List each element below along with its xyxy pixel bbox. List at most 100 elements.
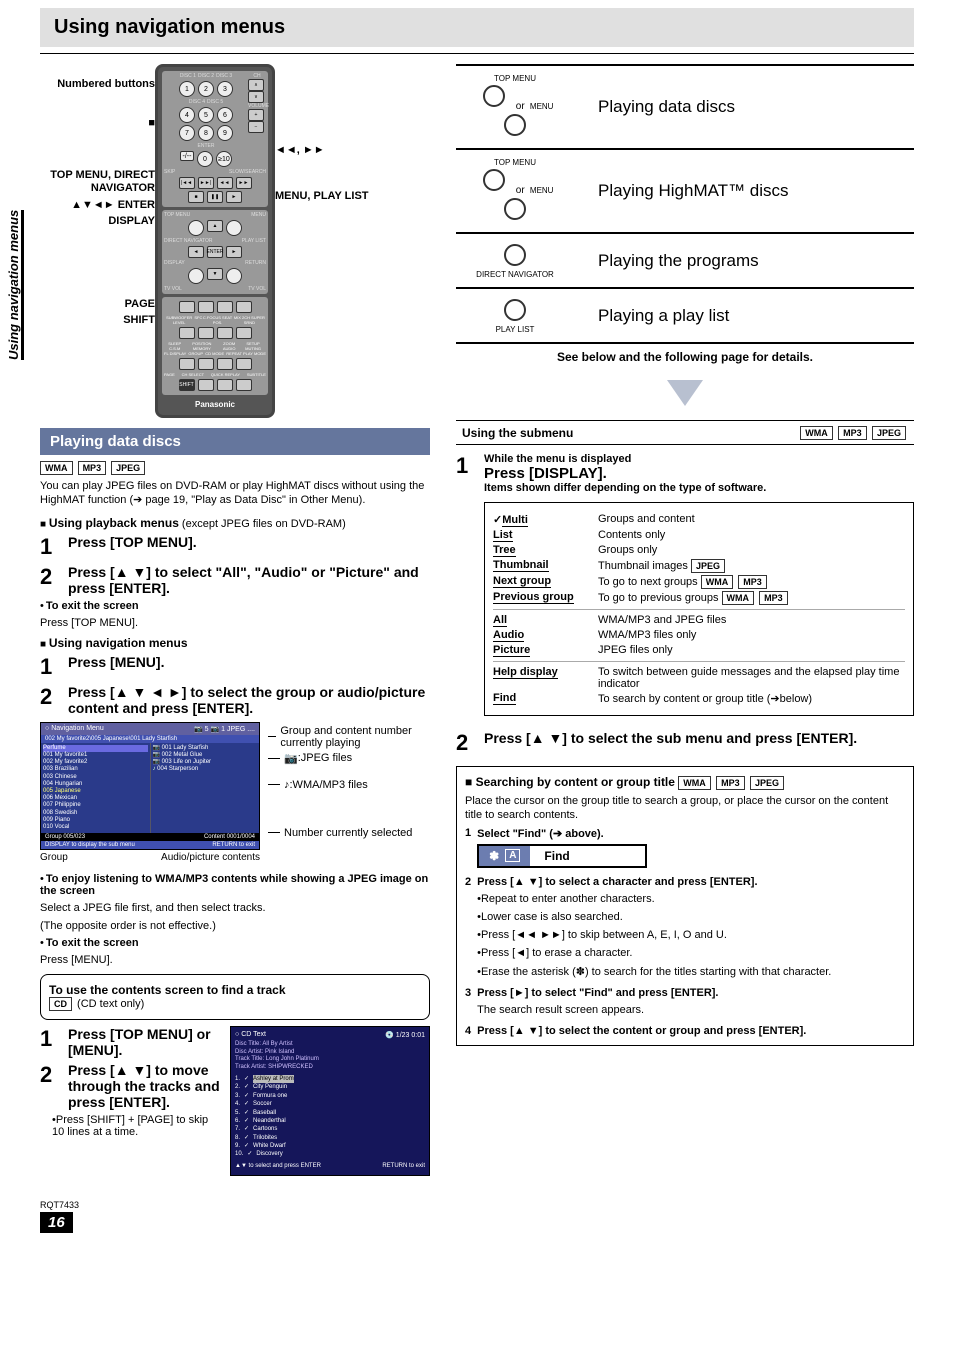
submenu-item-label: Thumbnail xyxy=(493,559,598,572)
step-number: 2 xyxy=(40,1062,68,1088)
step-text: Press [TOP MENU]. xyxy=(68,534,430,550)
badge-mp3: MP3 xyxy=(838,426,867,440)
badge-jpeg: JPEG xyxy=(750,776,784,790)
remote-diagram: Numbered buttons ■ TOP MENU, DIRECT NAVI… xyxy=(40,64,430,418)
submenu-item-desc: WMA/MP3 and JPEG files xyxy=(598,614,905,626)
top-menu-button-icon xyxy=(483,85,505,107)
camera-icon: 📷 xyxy=(284,752,298,765)
step-text: Press [▲ ▼] to move through the tracks a… xyxy=(68,1062,220,1110)
submenu-step1-l3: Items shown differ depending on the type… xyxy=(484,482,914,494)
submenu-item-desc: Contents only xyxy=(598,529,905,541)
step-text: Press [▲ ▼] to select the sub menu and p… xyxy=(484,730,914,746)
remote-body: DISC 1DISC 2DISC 3 123 DISC 4DISC 5 456 … xyxy=(155,64,275,418)
navigation-menu-widget: ○ Navigation Menu 📷 5 📷 1 JPEG .... 002 … xyxy=(40,722,260,850)
divider xyxy=(40,53,914,54)
remote-label-arrows: ▲▼◄► ENTER xyxy=(40,199,155,212)
submenu-item-label: Find xyxy=(493,692,598,705)
step-number: 2 xyxy=(40,684,68,710)
submenu-item-desc: To search by content or group title (➔be… xyxy=(598,692,905,705)
submenu-item-label: ✓Multi xyxy=(493,513,598,527)
label-contents: Audio/picture contents xyxy=(161,852,260,863)
exit-note: Press [TOP MENU]. xyxy=(40,616,430,630)
remote-label-seek: ◄◄, ►► xyxy=(275,144,369,156)
enjoy-l1: Select a JPEG file first, and then selec… xyxy=(40,901,430,915)
play-list-button-icon xyxy=(504,299,526,321)
submenu-item-desc: WMA/MP3 files only xyxy=(598,629,905,641)
badge-wma: WMA xyxy=(40,461,73,475)
section-bar-playing-data-discs: Playing data discs xyxy=(40,428,430,455)
remote-label-page: PAGE xyxy=(40,298,155,311)
submenu-item-desc: JPEG files only xyxy=(598,644,905,656)
badge-mp3: MP3 xyxy=(716,776,745,790)
step-number: 1 xyxy=(456,453,484,479)
submenu-item-label: Next group xyxy=(493,575,598,588)
exit-text: Press [MENU]. xyxy=(40,953,430,967)
search-intro: Place the cursor on the group title to s… xyxy=(465,794,905,823)
submenu-options-box: ✓MultiGroups and contentListContents onl… xyxy=(484,502,914,716)
remote-label-stop: ■ xyxy=(40,117,155,130)
mode-title: Playing the programs xyxy=(598,251,759,271)
remote-label-topmenu: TOP MENU, DIRECT NAVIGATOR xyxy=(40,169,155,194)
search-title: Searching by content or group title xyxy=(476,775,675,789)
step-number: 1 xyxy=(40,654,68,680)
footer-code: RQT7433 xyxy=(40,1200,914,1210)
remote-label-numbered: Numbered buttons xyxy=(40,78,155,91)
step-number: 1 xyxy=(40,1026,68,1052)
submenu-item-label: All xyxy=(493,614,598,627)
intro-paragraph: You can play JPEG files on DVD-RAM or pl… xyxy=(40,479,430,508)
page-title: Using navigation menus xyxy=(40,8,914,47)
step-number: 2 xyxy=(40,564,68,590)
page-number: 16 xyxy=(40,1212,73,1233)
step-text: Press [▲ ▼] to select "All", "Audio" or … xyxy=(68,564,430,596)
format-badges: WMA MP3 JPEG xyxy=(40,461,430,475)
submenu-item-label: Previous group xyxy=(493,591,598,604)
step-text: Press [MENU]. xyxy=(68,654,430,670)
mode-title: Playing HighMAT™ discs xyxy=(598,181,789,201)
top-menu-button-icon xyxy=(483,169,505,191)
label-group: Group xyxy=(40,852,68,863)
annot-bottom: Number currently selected xyxy=(284,827,412,839)
side-tab: Using navigation menus xyxy=(6,210,24,360)
annot-jpeg: :JPEG files xyxy=(298,752,352,764)
find-widget: ✽A Find xyxy=(477,844,647,868)
annot-top: Group and content number currently playi… xyxy=(280,725,430,749)
submenu-title: Using the submenu xyxy=(462,426,573,440)
see-below-text: See below and the following page for det… xyxy=(456,342,914,380)
submenu-item-desc: To switch between guide messages and the… xyxy=(598,666,905,690)
submenu-item-label: Picture xyxy=(493,644,598,657)
subhead-playback-menus: Using playback menus (except JPEG files … xyxy=(40,516,430,530)
submenu-item-label: Audio xyxy=(493,629,598,642)
badge-jpeg: JPEG xyxy=(111,461,145,475)
badge-wma: WMA xyxy=(800,426,833,440)
remote-label-display: DISPLAY xyxy=(40,215,155,228)
submenu-item-desc: To go to next groups WMA MP3 xyxy=(598,575,905,589)
direct-navigator-button-icon xyxy=(504,244,526,266)
submenu-item-label: Help display xyxy=(493,666,598,679)
enjoy-head: To enjoy listening to WMA/MP3 contents w… xyxy=(40,873,428,897)
step-number: 1 xyxy=(40,534,68,560)
annot-wma: :WMA/MP3 files xyxy=(290,779,368,791)
submenu-item-label: List xyxy=(493,529,598,542)
menu-button-icon xyxy=(504,198,526,220)
submenu-item-label: Tree xyxy=(493,544,598,557)
cd-box-head: To use the contents screen to find a tra… xyxy=(49,983,421,997)
badge-mp3: MP3 xyxy=(78,461,107,475)
mode-title: Playing data discs xyxy=(598,97,735,117)
step-text: Press [▲ ▼ ◄ ►] to select the group or a… xyxy=(68,684,430,716)
exit-head: To exit the screen xyxy=(46,937,139,949)
remote-label-shift: SHIFT xyxy=(40,314,155,327)
badge-jpeg: JPEG xyxy=(872,426,906,440)
arrow-down-icon xyxy=(667,380,703,406)
search-box: ■ Searching by content or group title WM… xyxy=(456,766,914,1046)
submenu-step1-l2: Press [DISPLAY]. xyxy=(484,465,914,482)
cd-text-box: To use the contents screen to find a tra… xyxy=(40,974,430,1020)
mode-rows: TOP MENU or MENU Playing data discs TOP … xyxy=(456,64,914,342)
cd-tip: Press [SHIFT] + [PAGE] to skip 10 lines … xyxy=(52,1114,208,1138)
find-label: Find xyxy=(530,846,583,866)
mode-title: Playing a play list xyxy=(598,306,729,326)
step-number: 2 xyxy=(456,730,484,756)
step-text: Press [TOP MENU] or [MENU]. xyxy=(68,1026,220,1058)
submenu-item-desc: Groups and content xyxy=(598,513,905,525)
submenu-item-desc: To go to previous groups WMA MP3 xyxy=(598,591,905,605)
badge-cd: CD xyxy=(49,997,72,1011)
